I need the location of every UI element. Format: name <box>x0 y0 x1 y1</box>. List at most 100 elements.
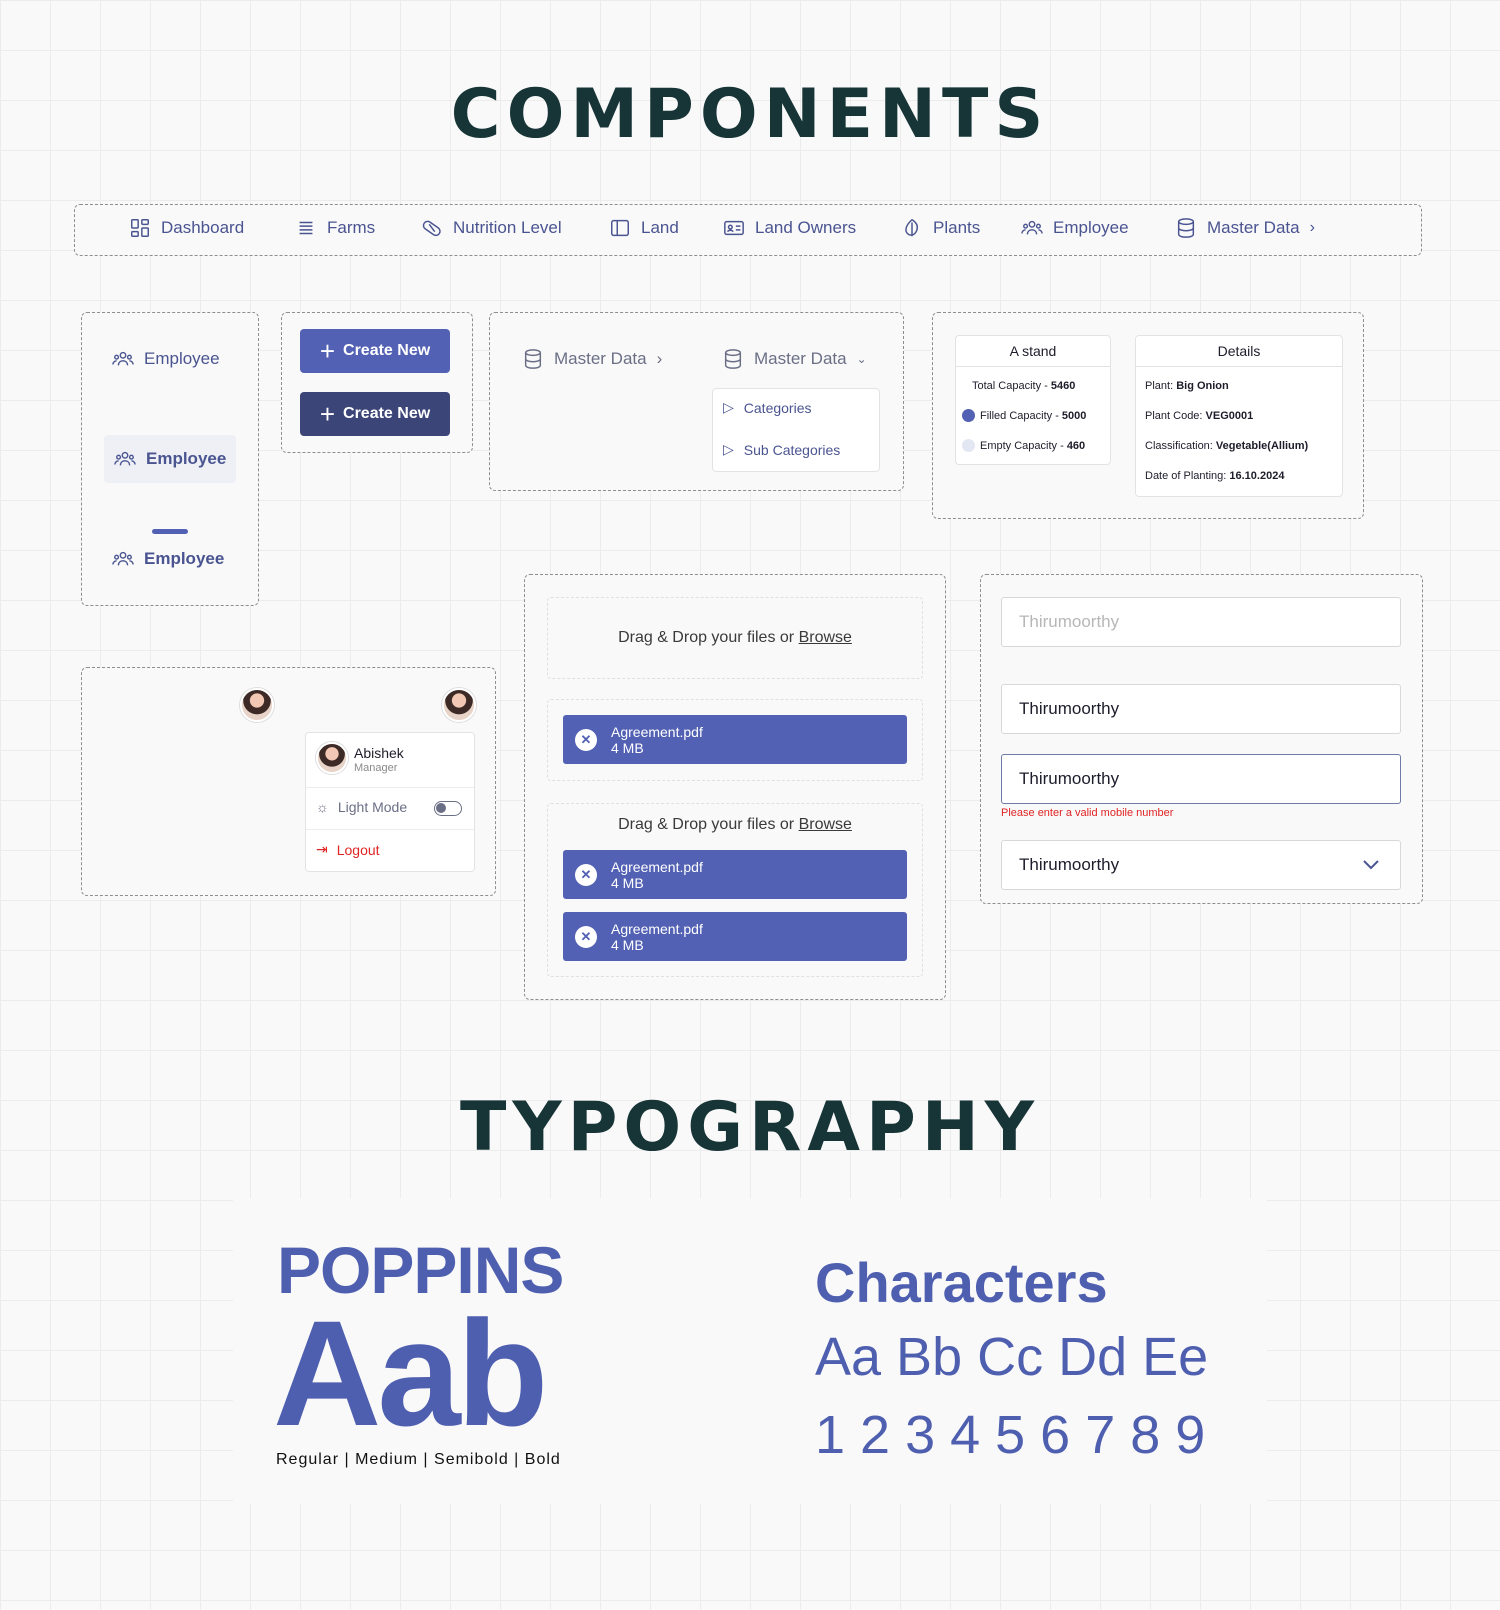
pill-icon <box>421 217 443 239</box>
nav-item-dashboard[interactable]: Dashboard <box>129 217 244 239</box>
chevron-right-icon: › <box>1309 219 1315 236</box>
plus-icon: + <box>319 336 336 366</box>
select-dropdown[interactable]: Thirumoorthy <box>1001 840 1401 890</box>
employee-item-active[interactable]: Employee <box>112 548 224 570</box>
light-mode-toggle[interactable] <box>434 801 462 816</box>
nav-item-land[interactable]: Land <box>609 217 679 239</box>
file-size: 4 MB <box>611 874 644 891</box>
characters-title: Characters <box>815 1251 1108 1314</box>
logout-button[interactable]: ⇥ Logout <box>316 841 380 858</box>
empty-dot <box>962 439 975 452</box>
chevron-down-icon <box>1363 860 1379 870</box>
send-icon: ▷ <box>723 441 734 457</box>
nav-item-master-data[interactable]: Master Data › <box>1175 217 1315 239</box>
avatar[interactable] <box>240 688 274 722</box>
file-name: Agreement.pdf <box>611 858 703 875</box>
file-size: 4 MB <box>611 739 644 756</box>
submenu-label: Sub Categories <box>743 441 841 458</box>
close-icon[interactable]: ✕ <box>575 728 597 751</box>
users-icon <box>112 548 134 570</box>
active-indicator <box>152 529 188 534</box>
master-data-expanded[interactable]: Master Data ⌄ <box>722 348 867 370</box>
light-mode-item: ☼ Light Mode <box>316 799 407 815</box>
nav-item-nutrition-level[interactable]: Nutrition Level <box>421 217 562 239</box>
nav-label: Land Owners <box>755 218 857 237</box>
create-new-label: Create New <box>343 342 431 359</box>
nav-label: Master Data <box>1207 218 1300 237</box>
stand-row-filled: Filled Capacity - 5000 <box>962 409 1086 422</box>
book-icon <box>609 217 631 239</box>
typography-heading: TYPOGRAPHY <box>459 1088 1041 1167</box>
font-sample: Aab <box>273 1289 548 1457</box>
nav-label: Dashboard <box>161 218 245 237</box>
typography-panel: POPPINS Aab Regular | Medium | Semibold … <box>233 1198 1267 1504</box>
nav-item-plants[interactable]: Plants <box>901 217 980 239</box>
chevron-down-icon: ⌄ <box>856 352 867 366</box>
nav-bar: Dashboard Farms Nutrition Level Land Lan… <box>74 204 1422 256</box>
nav-label: Employee <box>1053 218 1129 237</box>
upload-dropzone-with-file: ✕ Agreement.pdf 4 MB <box>547 699 923 781</box>
text-input-error[interactable]: Thirumoorthy <box>1001 754 1401 804</box>
employee-label: Employee <box>146 449 227 468</box>
font-weights: Regular | Medium | Semibold | Bold <box>276 1451 561 1468</box>
database-icon <box>1175 217 1197 239</box>
stand-card: A stand Total Capacity - 5460 Filled Cap… <box>955 335 1111 465</box>
error-message: Please enter a valid mobile number <box>1001 807 1174 819</box>
nav-label: Land <box>641 218 679 237</box>
details-card-title: Details <box>1136 336 1342 367</box>
logout-icon: ⇥ <box>316 841 328 857</box>
submenu-item-categories[interactable]: ▷ Categories <box>723 399 811 416</box>
send-icon: ▷ <box>723 399 734 415</box>
sun-icon: ☼ <box>316 799 329 815</box>
upload-dropzone[interactable]: Drag & Drop your files or Browse <box>547 597 923 679</box>
master-data-submenu: ▷ Categories ▷ Sub Categories <box>712 388 880 472</box>
employee-label: Employee <box>144 349 220 368</box>
users-icon <box>114 448 136 470</box>
nav-item-farms[interactable]: Farms <box>295 217 375 239</box>
browse-link[interactable]: Browse <box>799 816 852 833</box>
submenu-item-sub-categories[interactable]: ▷ Sub Categories <box>723 441 840 458</box>
avatar[interactable] <box>442 688 476 722</box>
submenu-label: Categories <box>743 399 812 416</box>
close-icon[interactable]: ✕ <box>575 925 597 948</box>
profile-name: Abishek <box>354 745 404 761</box>
uploaded-file: ✕ Agreement.pdf 4 MB <box>563 912 907 961</box>
uploaded-file: ✕ Agreement.pdf 4 MB <box>563 850 907 899</box>
profile-dropdown: Abishek Manager ☼ Light Mode ⇥ Logout <box>305 732 475 872</box>
details-row-plant-code: Plant Code: VEG0001 <box>1145 410 1254 422</box>
text-input-placeholder[interactable]: Thirumoorthy <box>1001 597 1401 647</box>
file-size: 4 MB <box>611 936 644 953</box>
nav-label: Nutrition Level <box>453 218 562 237</box>
nav-label: Plants <box>933 218 981 237</box>
stand-row-total: Total Capacity - 5460 <box>972 380 1076 392</box>
text-input-filled[interactable]: Thirumoorthy <box>1001 684 1401 734</box>
id-card-icon <box>723 217 745 239</box>
upload-dropzone-multi[interactable]: Drag & Drop your files or Browse ✕ Agree… <box>547 803 923 977</box>
plus-icon: + <box>319 399 336 429</box>
characters-letters: Aa Bb Cc Dd Ee <box>815 1327 1209 1387</box>
inputs-panel: Thirumoorthy Thirumoorthy Thirumoorthy P… <box>980 574 1423 904</box>
nav-item-employee[interactable]: Employee <box>1021 217 1129 239</box>
close-icon[interactable]: ✕ <box>575 863 597 886</box>
nav-item-land-owners[interactable]: Land Owners <box>723 217 856 239</box>
master-data-panel: Master Data › Master Data ⌄ ▷ Categories… <box>489 312 904 491</box>
chevron-right-icon: › <box>656 349 663 368</box>
avatar <box>316 742 348 774</box>
stand-row-empty: Empty Capacity - 460 <box>962 439 1085 452</box>
master-data-collapsed[interactable]: Master Data › <box>522 348 662 370</box>
browse-link[interactable]: Browse <box>799 629 852 647</box>
employee-states-panel: Employee Employee Employee <box>81 312 259 606</box>
create-new-button-hover[interactable]: + Create New <box>300 392 450 436</box>
profile-panel: Abishek Manager ☼ Light Mode ⇥ Logout <box>81 667 496 896</box>
employee-item-hover[interactable]: Employee <box>104 435 236 483</box>
details-card: Details Plant: Big Onion Plant Code: VEG… <box>1135 335 1343 497</box>
list-icon <box>295 217 317 239</box>
upload-prompt: Drag & Drop your files or <box>618 816 799 833</box>
file-name: Agreement.pdf <box>611 920 703 937</box>
master-data-label: Master Data <box>554 349 647 368</box>
employee-item-default[interactable]: Employee <box>112 348 220 370</box>
create-new-button[interactable]: + Create New <box>300 329 450 373</box>
buttons-panel: + Create New + Create New <box>281 312 473 453</box>
characters-digits: 1 2 3 4 5 6 7 8 9 <box>815 1405 1206 1465</box>
users-icon <box>112 348 134 370</box>
